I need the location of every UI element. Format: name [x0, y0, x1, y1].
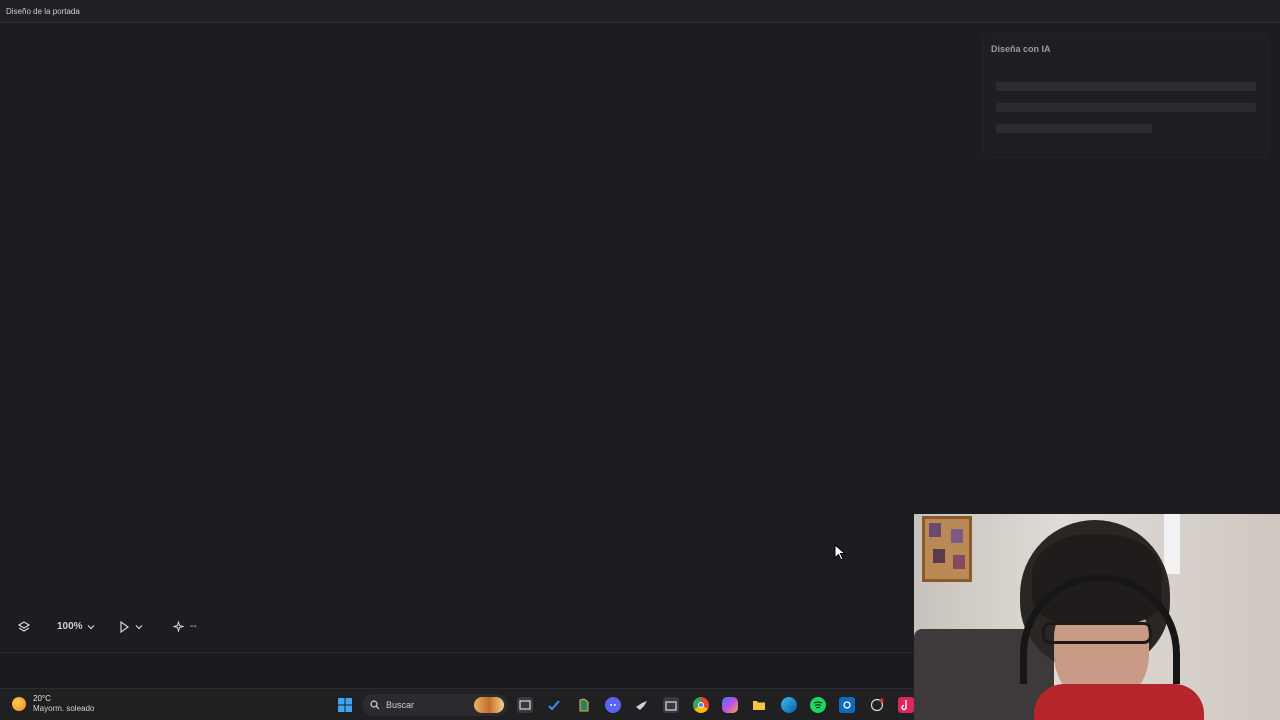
taskbar-search[interactable]: Buscar [362, 694, 508, 716]
search-label: Buscar [386, 700, 415, 710]
tiktok-icon[interactable] [898, 697, 914, 713]
ai-panel-title: Diseña con IA [991, 44, 1051, 54]
spotify-icon[interactable] [810, 697, 826, 713]
discord-icon[interactable] [605, 697, 621, 713]
steam-icon[interactable] [634, 697, 650, 713]
app-icon[interactable] [576, 697, 592, 713]
task-view-icon[interactable] [517, 697, 533, 713]
zoom-dropdown[interactable]: 100% [57, 621, 95, 632]
layers-button[interactable] [18, 621, 30, 633]
weather-temp: 20°C [33, 694, 51, 703]
layers-icon [18, 621, 30, 632]
webcam-overlay [914, 514, 1280, 720]
window-title: Diseño de la portada [6, 6, 80, 16]
chevron-down-icon [135, 625, 143, 630]
file-explorer-icon[interactable] [751, 697, 767, 713]
mouse-cursor-icon [834, 544, 846, 561]
ai-credits-value: -- [190, 621, 197, 632]
app-icon[interactable] [869, 697, 885, 713]
loading-placeholder [996, 124, 1152, 133]
weather-widget[interactable]: 20°C Mayorm. soleado [12, 694, 94, 714]
store-icon[interactable] [663, 697, 679, 713]
loading-placeholder [996, 103, 1256, 112]
todo-icon[interactable] [546, 697, 562, 713]
windows-start-icon[interactable] [337, 697, 353, 713]
search-icon [370, 700, 380, 710]
search-highlight-image [474, 697, 504, 713]
weather-condition: Mayorm. soleado [33, 704, 95, 713]
outlook-icon[interactable] [839, 697, 855, 713]
picture-frame [922, 516, 972, 582]
sun-icon [12, 697, 26, 711]
edge-icon[interactable] [781, 697, 797, 713]
loading-placeholder [996, 82, 1256, 91]
chevron-down-icon [87, 624, 95, 629]
copilot-icon[interactable] [722, 697, 738, 713]
cursor-arrow-icon [120, 621, 130, 633]
ai-design-panel: Diseña con IA [982, 33, 1269, 158]
chrome-icon[interactable] [693, 697, 709, 713]
ai-credits-button[interactable]: -- [173, 621, 197, 632]
pointer-tool-dropdown[interactable] [119, 621, 143, 633]
title-bar: Diseño de la portada [0, 0, 1280, 23]
screen: Diseño de la portada Diseña con IA 100% … [0, 0, 1280, 720]
zoom-value: 100% [57, 621, 83, 632]
sparkle-icon [173, 621, 184, 632]
